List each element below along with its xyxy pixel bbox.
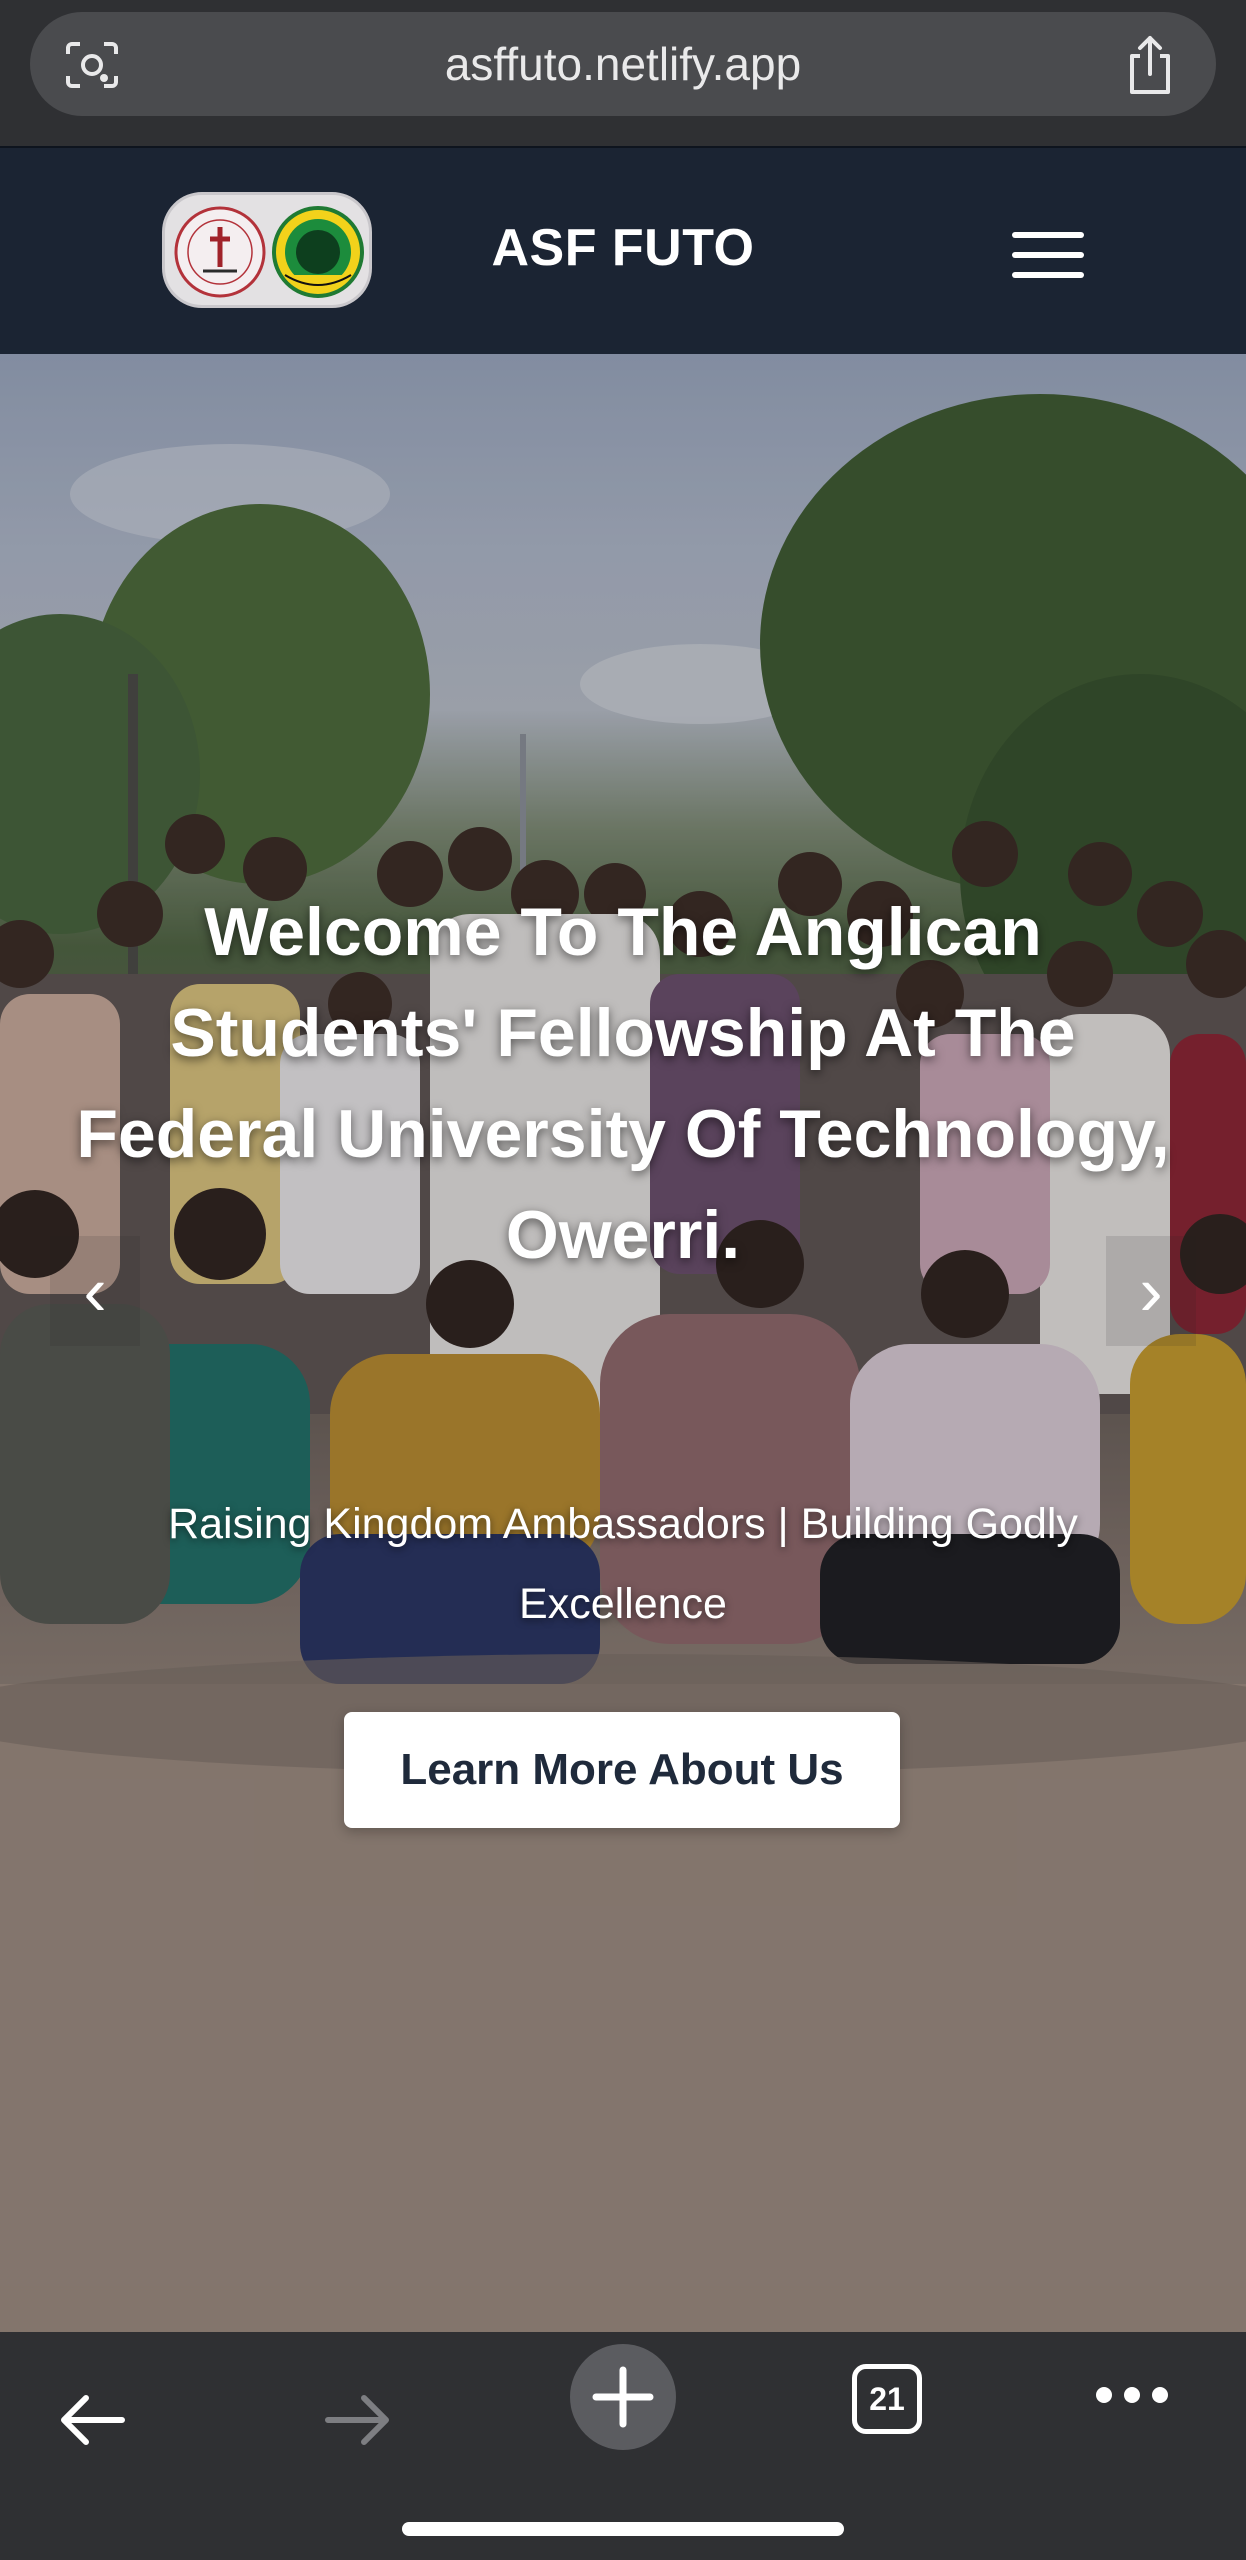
- browser-bottom-toolbar: 21: [0, 2332, 1246, 2560]
- asf-seal-icon: [174, 206, 266, 298]
- forward-arrow-icon[interactable]: [322, 2390, 392, 2450]
- home-indicator: [402, 2522, 844, 2536]
- share-icon[interactable]: [1122, 34, 1178, 96]
- new-tab-button[interactable]: [570, 2344, 676, 2450]
- hero-title: Welcome To The Anglican Students' Fellow…: [76, 894, 1170, 1273]
- hero-overlay: [0, 354, 1246, 2332]
- carousel-prev-button[interactable]: ‹: [50, 1236, 140, 1346]
- browser-top-bar: asffuto.netlify.app: [0, 0, 1246, 146]
- site-title[interactable]: ASF FUTO: [470, 218, 776, 278]
- site-header: ASF FUTO: [0, 146, 1246, 354]
- more-dots-icon[interactable]: [1094, 2380, 1170, 2410]
- plus-icon: [592, 2366, 654, 2428]
- url-text[interactable]: asffuto.netlify.app: [30, 12, 1216, 116]
- hero-subtitle: Raising Kingdom Ambassadors | Building G…: [168, 1500, 1078, 1628]
- carousel-next-button[interactable]: ›: [1106, 1236, 1196, 1346]
- site-logo[interactable]: [162, 192, 372, 308]
- address-bar[interactable]: asffuto.netlify.app: [30, 12, 1216, 116]
- futo-seal-icon: [272, 206, 364, 298]
- hamburger-menu-icon[interactable]: [1012, 232, 1084, 278]
- back-arrow-icon[interactable]: [58, 2390, 128, 2450]
- hero-carousel: Welcome To The Anglican Students' Fellow…: [0, 354, 1246, 2332]
- tab-switcher-button[interactable]: 21: [852, 2364, 922, 2434]
- learn-more-button[interactable]: Learn More About Us: [344, 1712, 900, 1828]
